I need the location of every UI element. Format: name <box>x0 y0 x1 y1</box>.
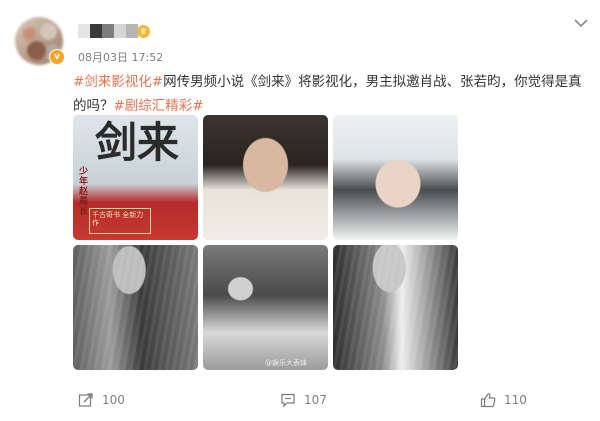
book-cover-title: 剑来 <box>95 118 180 167</box>
collapse-chevron-icon[interactable] <box>573 14 589 28</box>
comment-icon <box>280 392 296 408</box>
image-watermark: @娱乐大表妹 <box>265 359 307 367</box>
post-image-drama-still[interactable] <box>203 115 328 240</box>
repost-button[interactable]: 100 <box>78 392 125 408</box>
post-image-costume-still[interactable]: @娱乐大表妹 <box>203 245 328 370</box>
vip-crown-icon: ♛ <box>137 25 150 38</box>
action-bar: 100 107 110 <box>0 389 600 415</box>
post-image-bw-portrait[interactable] <box>73 245 198 370</box>
comment-count: 107 <box>304 393 327 407</box>
verified-badge-icon: v <box>49 49 65 65</box>
post-image-book-cover[interactable]: 剑来 少年赵晨长 千古奇书 全新力作 <box>73 115 198 240</box>
post-image-white-hat-still[interactable] <box>333 115 458 240</box>
post-text: #剑来影视化#网传男频小说《剑来》将影视化，男主拟邀肖战、张若昀，你觉得是真的吗… <box>73 70 593 118</box>
book-cover-box: 千古奇书 全新力作 <box>89 208 151 234</box>
image-grid: 剑来 少年赵晨长 千古奇书 全新力作 @娱乐大表妹 <box>73 115 458 370</box>
repost-count: 100 <box>102 393 125 407</box>
post-datetime[interactable]: 08月03日 17:52 <box>78 49 163 65</box>
like-count: 110 <box>504 393 527 407</box>
post-image-bw-portrait[interactable] <box>333 245 458 370</box>
repost-icon <box>78 392 94 408</box>
thumbs-up-icon <box>480 392 496 408</box>
like-button[interactable]: 110 <box>480 392 527 408</box>
hashtag-link[interactable]: #剑来影视化# <box>73 74 163 90</box>
username-redacted[interactable] <box>78 24 138 38</box>
comment-button[interactable]: 107 <box>280 392 327 408</box>
hashtag-link[interactable]: #剧综汇精彩# <box>114 98 204 114</box>
